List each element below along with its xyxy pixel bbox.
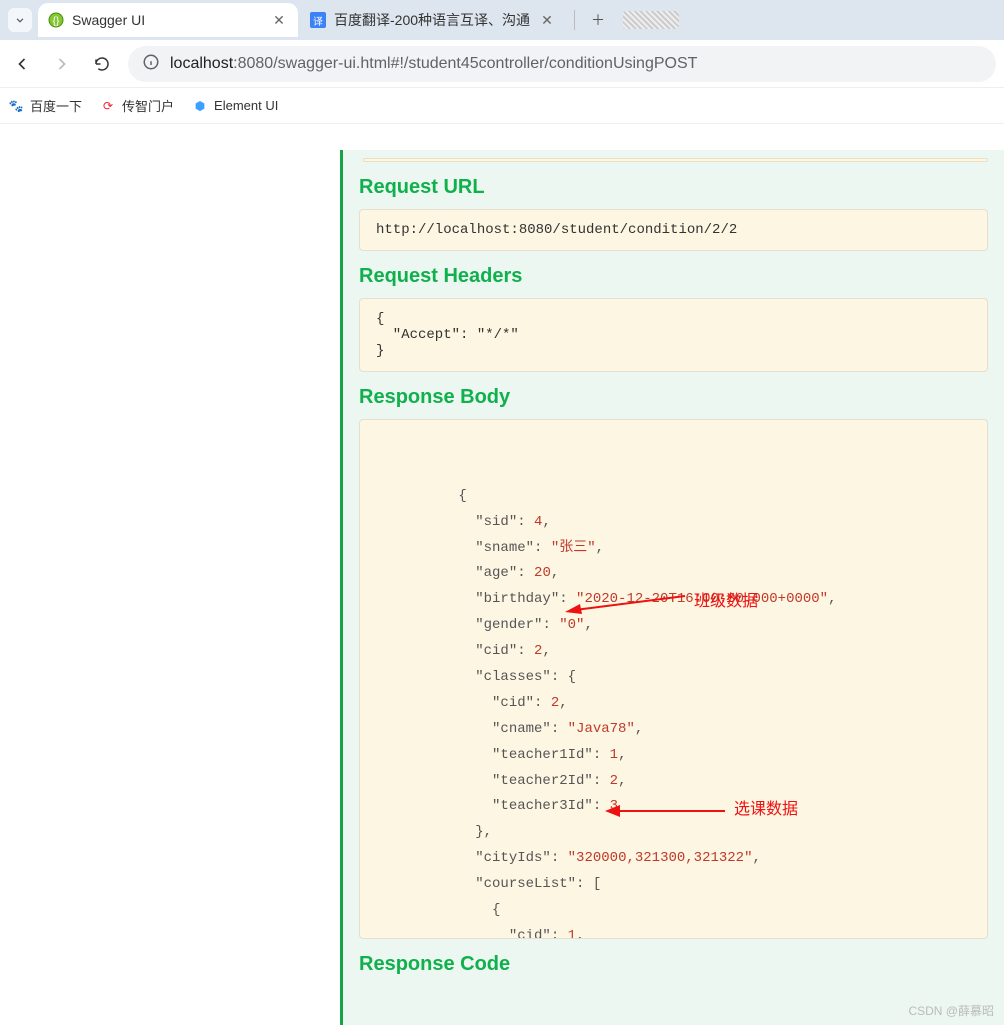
element-icon: ⬢	[192, 98, 208, 114]
request-url-heading: Request URL	[359, 176, 1004, 199]
bookmark-chuanzhi[interactable]: ⟳ 传智门户	[100, 96, 174, 115]
response-body-block[interactable]: { "sid": 4, "sname": "张三", "age": 20, "b…	[359, 419, 988, 939]
response-body-heading: Response Body	[359, 386, 1004, 409]
forward-button[interactable]	[48, 50, 76, 78]
reload-button[interactable]	[88, 50, 116, 78]
svg-text:{}: {}	[53, 16, 60, 27]
tab-separator	[574, 10, 575, 30]
baidu-favicon-icon: 译	[310, 12, 326, 28]
request-headers-block[interactable]: { "Accept": "*/*" }	[359, 298, 988, 372]
browser-tab-baidu[interactable]: 译 百度翻译-200种语言互译、沟通 ✕	[300, 3, 566, 37]
back-button[interactable]	[8, 50, 36, 78]
site-info-icon[interactable]	[142, 53, 160, 74]
close-icon[interactable]: ✕	[270, 11, 288, 29]
response-code-heading: Response Code	[359, 953, 1004, 976]
new-tab-button[interactable]: ＋	[583, 5, 613, 35]
tab-title: Swagger UI	[72, 12, 262, 28]
request-url-block[interactable]: http://localhost:8080/student/condition/…	[359, 209, 988, 251]
swagger-panel: Request URL http://localhost:8080/studen…	[340, 150, 1004, 1025]
close-icon[interactable]: ✕	[538, 11, 556, 29]
bookmark-label: 百度一下	[30, 96, 82, 115]
chuanzhi-icon: ⟳	[100, 98, 116, 114]
blurred-logo	[623, 11, 679, 29]
browser-tab-swagger[interactable]: {} Swagger UI ✕	[38, 3, 298, 37]
browser-tab-bar: {} Swagger UI ✕ 译 百度翻译-200种语言互译、沟通 ✕ ＋	[0, 0, 1004, 40]
watermark: CSDN @薛慕昭	[908, 1002, 994, 1019]
browser-toolbar: localhost:8080/swagger-ui.html#!/student…	[0, 40, 1004, 88]
address-bar[interactable]: localhost:8080/swagger-ui.html#!/student…	[128, 46, 996, 82]
bookmarks-bar: 🐾 百度一下 ⟳ 传智门户 ⬢ Element UI	[0, 88, 1004, 124]
bookmark-element[interactable]: ⬢ Element UI	[192, 98, 278, 114]
tab-title: 百度翻译-200种语言互译、沟通	[334, 10, 530, 30]
tab-dropdown-button[interactable]	[8, 8, 32, 32]
prev-block-bottom	[363, 158, 988, 162]
request-headers-heading: Request Headers	[359, 265, 1004, 288]
url-text: localhost:8080/swagger-ui.html#!/student…	[170, 55, 697, 73]
bookmark-baidu[interactable]: 🐾 百度一下	[8, 96, 82, 115]
baidu-icon: 🐾	[8, 98, 24, 114]
swagger-favicon-icon: {}	[48, 12, 64, 28]
bookmark-label: Element UI	[214, 98, 278, 113]
bookmark-label: 传智门户	[122, 96, 174, 115]
